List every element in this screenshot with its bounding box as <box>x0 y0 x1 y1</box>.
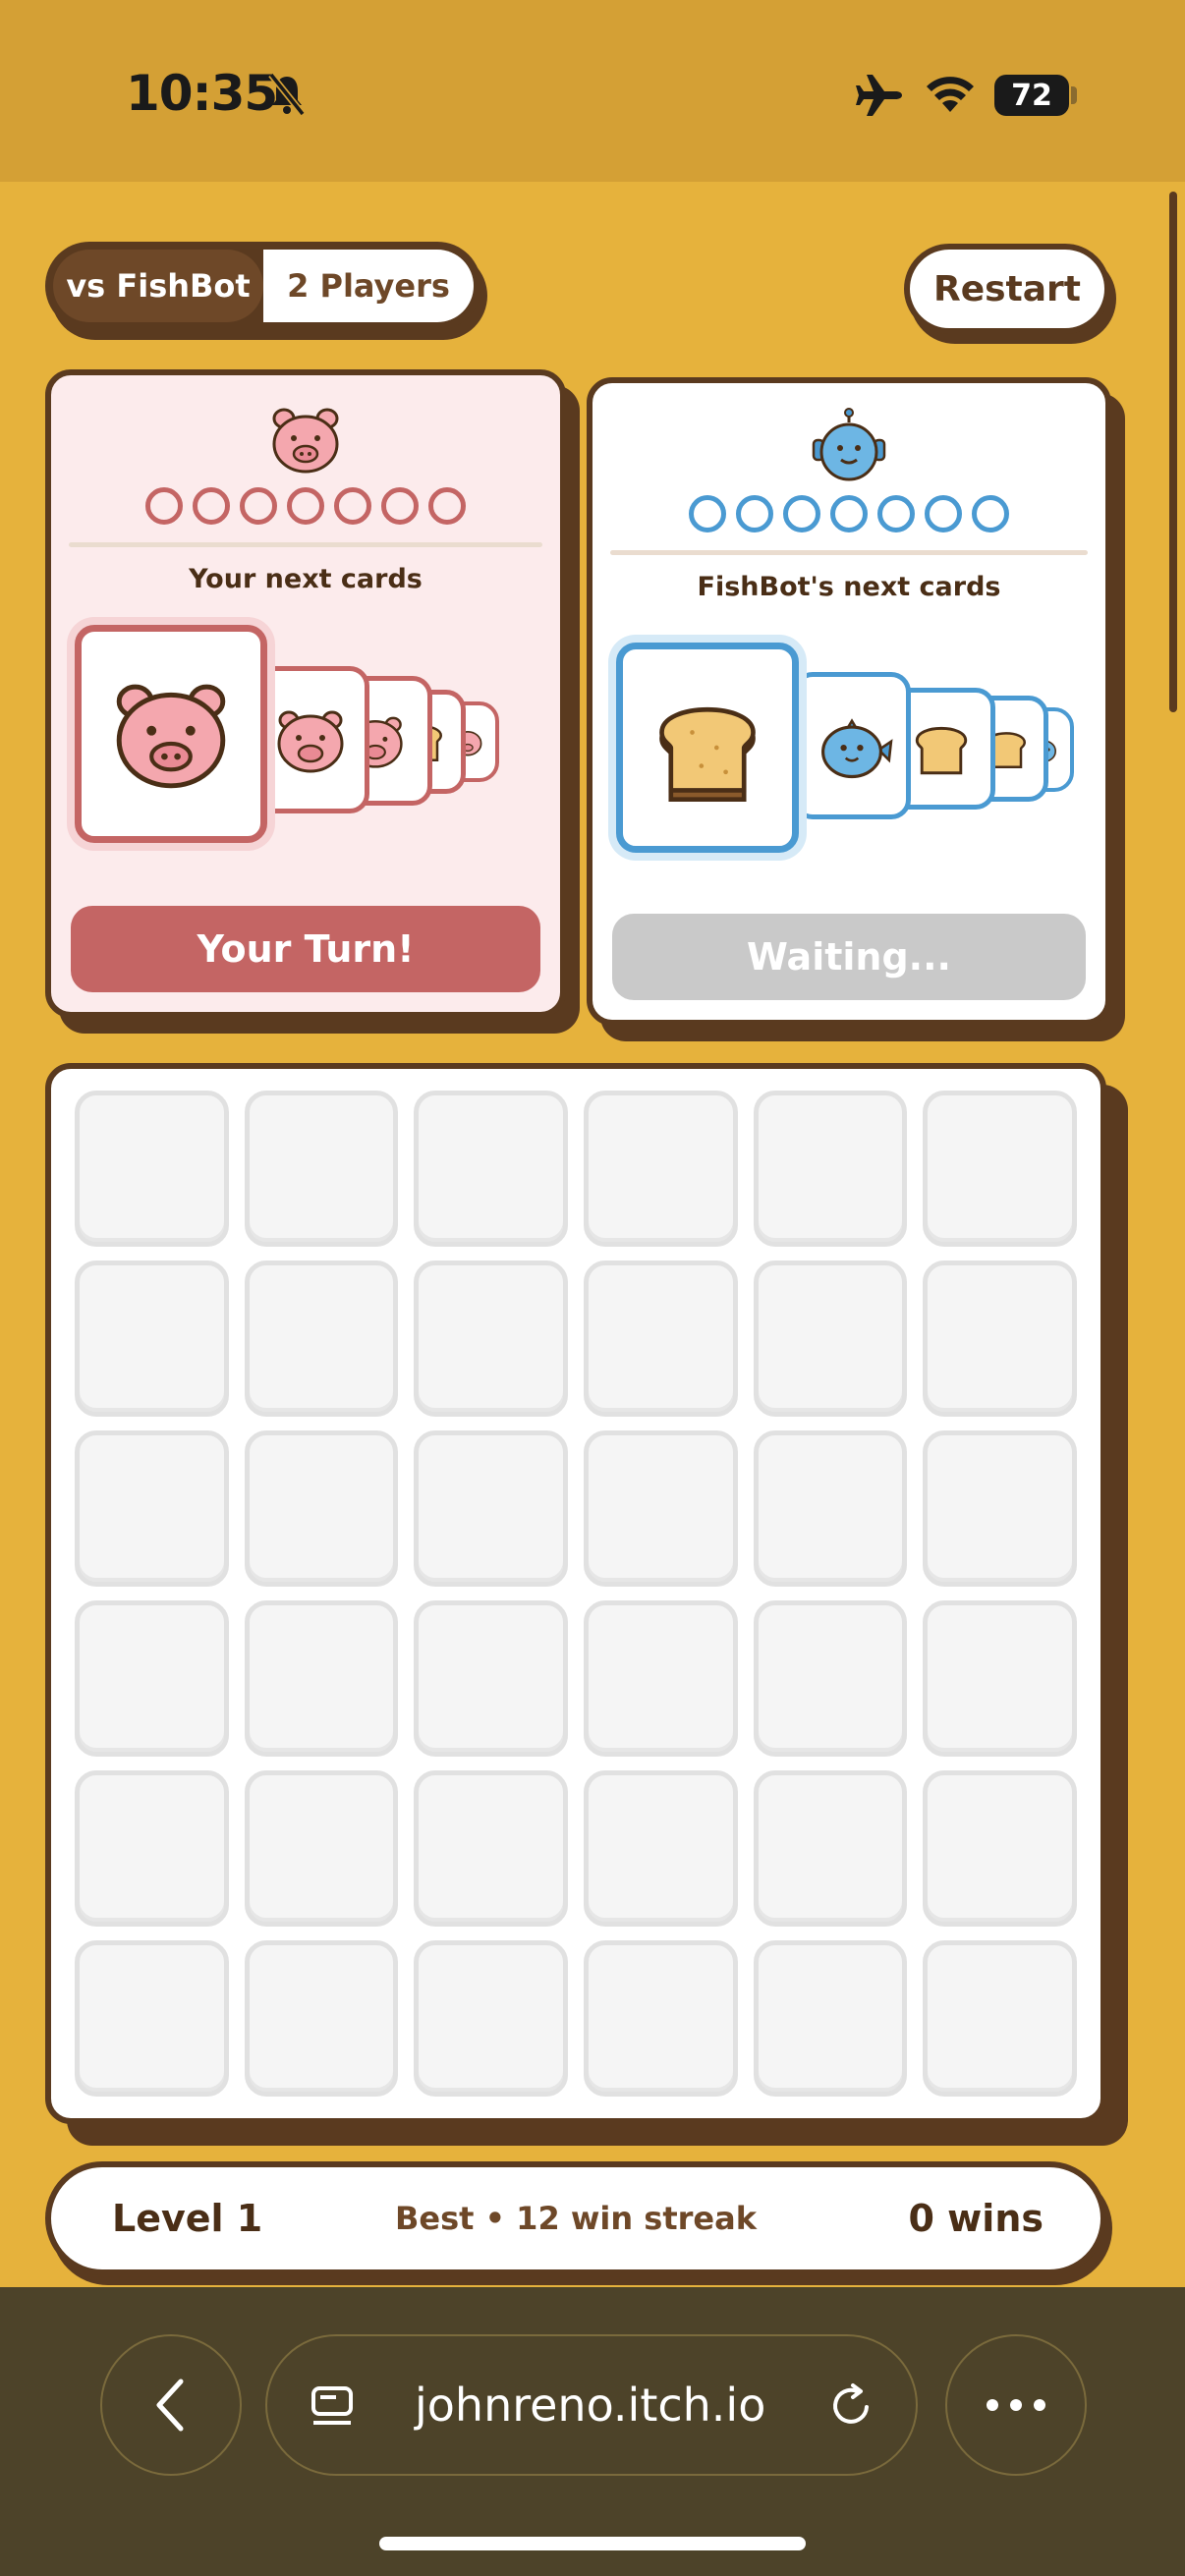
player-panel: Your next cards Your Turn! <box>45 369 566 1018</box>
board-cell[interactable] <box>584 1770 738 1927</box>
chevron-left-icon <box>156 2379 184 2432</box>
more-button[interactable] <box>945 2334 1087 2476</box>
board-cell[interactable] <box>75 1091 229 1247</box>
more-dots-icon <box>987 2399 1045 2411</box>
pip <box>925 495 962 532</box>
wifi-icon <box>927 77 974 112</box>
url-text[interactable]: johnreno.itch.io <box>415 2336 765 2474</box>
pig-icon <box>272 408 339 474</box>
bot-turn-button: Waiting... <box>612 914 1086 1000</box>
pip <box>287 487 324 525</box>
battery-indicator: 72 <box>994 75 1069 116</box>
reload-icon[interactable] <box>827 2381 876 2431</box>
divider <box>69 542 542 547</box>
board-cell[interactable] <box>923 1091 1077 1247</box>
pip <box>877 495 915 532</box>
bot-pips <box>592 495 1105 532</box>
board-cell[interactable] <box>414 1600 568 1757</box>
board-cell[interactable] <box>244 1940 399 2097</box>
player-pips <box>51 487 560 525</box>
board-cell[interactable] <box>753 1940 908 2097</box>
board-cell[interactable] <box>753 1430 908 1587</box>
pip <box>972 495 1009 532</box>
silent-mode-icon <box>268 72 306 116</box>
status-time: 10:35 <box>126 65 278 122</box>
toast-icon <box>915 726 968 775</box>
board-cell[interactable] <box>923 1940 1077 2097</box>
wins-label: 0 wins <box>908 2197 1044 2240</box>
board-cell[interactable] <box>244 1091 399 1247</box>
fish-icon <box>821 718 893 779</box>
mode-toggle: vs FishBot 2 Players <box>45 242 481 330</box>
airplane-icon <box>856 75 902 116</box>
mode-two-players-button[interactable]: 2 Players <box>263 250 474 322</box>
board-cell[interactable] <box>244 1770 399 1927</box>
board-cell[interactable] <box>75 1940 229 2097</box>
board-cell[interactable] <box>923 1600 1077 1757</box>
board-cell[interactable] <box>75 1770 229 1927</box>
game-board <box>45 1063 1106 2124</box>
player-turn-button[interactable]: Your Turn! <box>71 906 540 992</box>
board-cell[interactable] <box>923 1770 1077 1927</box>
pip <box>334 487 371 525</box>
battery-tip <box>1071 86 1077 104</box>
pip <box>783 495 820 532</box>
board-cell[interactable] <box>244 1430 399 1587</box>
board-cell[interactable] <box>753 1770 908 1927</box>
pip <box>193 487 230 525</box>
board-cell[interactable] <box>414 1430 568 1587</box>
board-cell[interactable] <box>75 1430 229 1587</box>
board-cell[interactable] <box>923 1260 1077 1417</box>
board-cell[interactable] <box>414 1940 568 2097</box>
board-cell[interactable] <box>244 1600 399 1757</box>
board-cell[interactable] <box>75 1260 229 1417</box>
home-indicator <box>379 2537 806 2550</box>
pip <box>145 487 183 525</box>
bot-current-card <box>616 643 799 853</box>
bot-next-cards-label: FishBot's next cards <box>697 572 1001 602</box>
board-cell[interactable] <box>584 1260 738 1417</box>
address-bar[interactable]: johnreno.itch.io <box>265 2334 918 2476</box>
bot-next-card-0 <box>793 672 911 819</box>
board-cell[interactable] <box>923 1430 1077 1587</box>
next-card-0 <box>252 666 369 813</box>
status-bar: 10:35 72 <box>0 0 1185 182</box>
stats-bar: Level 1 Best • 12 win streak 0 wins <box>45 2161 1106 2275</box>
board-cell[interactable] <box>584 1940 738 2097</box>
scrollbar[interactable] <box>1169 192 1177 712</box>
board-cell[interactable] <box>584 1430 738 1587</box>
divider <box>610 550 1088 555</box>
pig-icon <box>277 710 344 773</box>
fishbot-icon <box>812 408 886 481</box>
board-cell[interactable] <box>584 1600 738 1757</box>
board-cell[interactable] <box>753 1091 908 1247</box>
board-cell[interactable] <box>414 1091 568 1247</box>
pip <box>240 487 277 525</box>
pip <box>689 495 726 532</box>
board-cell[interactable] <box>414 1770 568 1927</box>
back-button[interactable] <box>100 2334 242 2476</box>
pip <box>381 487 419 525</box>
mode-vs-bot-button[interactable]: vs FishBot <box>53 250 263 322</box>
restart-button[interactable]: Restart <box>904 244 1110 334</box>
browser-toolbar: johnreno.itch.io <box>0 2287 1185 2576</box>
tab-overview-icon <box>311 2386 353 2425</box>
board-cell[interactable] <box>244 1260 399 1417</box>
board-cell[interactable] <box>753 1260 908 1417</box>
player-next-cards-label: Your next cards <box>189 564 423 594</box>
pip <box>428 487 466 525</box>
bot-panel: FishBot's next cards Waiting... <box>587 377 1111 1026</box>
board-cell[interactable] <box>414 1260 568 1417</box>
board-cell[interactable] <box>753 1600 908 1757</box>
pip <box>736 495 773 532</box>
toast-icon <box>659 707 756 803</box>
board-cell[interactable] <box>75 1600 229 1757</box>
board-cell[interactable] <box>584 1091 738 1247</box>
pip <box>830 495 868 532</box>
current-card <box>75 625 267 843</box>
pig-icon <box>116 684 226 789</box>
